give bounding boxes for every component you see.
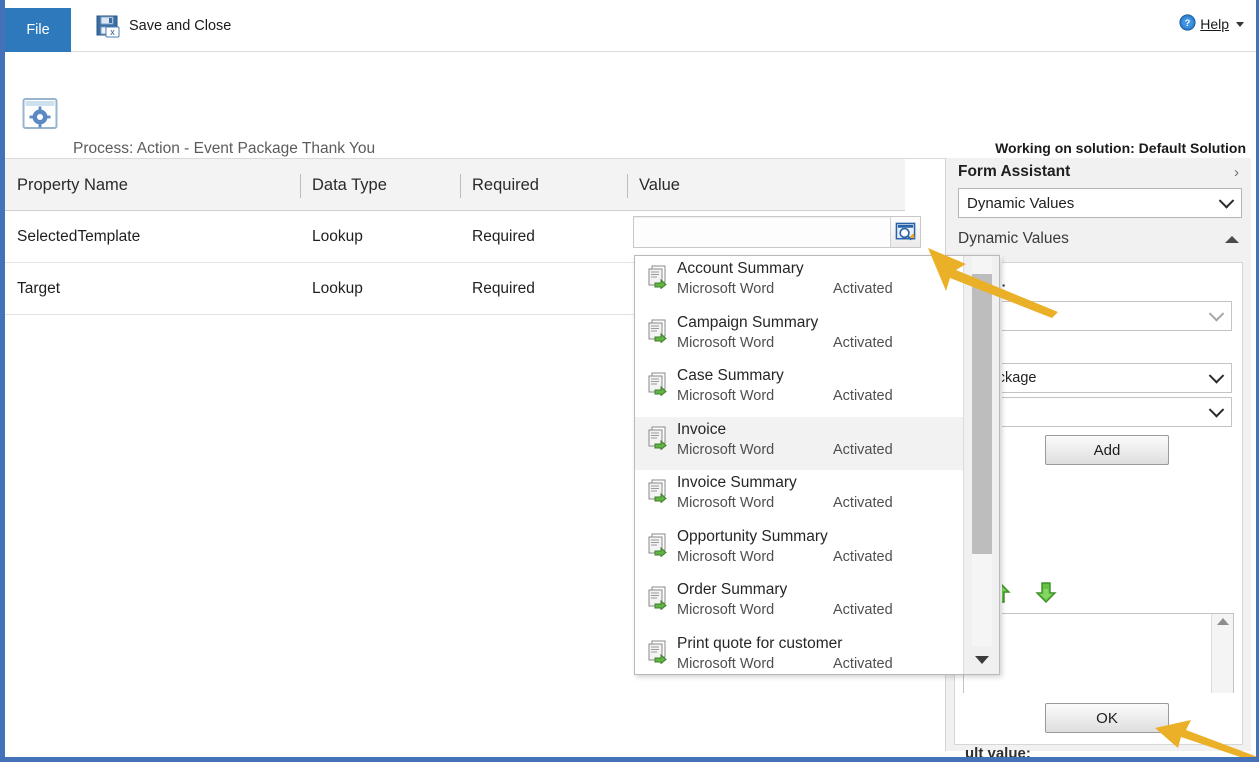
word-template-document-icon <box>647 533 669 557</box>
list-item-app: Microsoft Word <box>677 495 774 511</box>
cell-required: Required <box>460 211 627 263</box>
list-item-name: Account Summary <box>677 260 804 278</box>
lookup-results-dropdown[interactable]: Account Summary Microsoft Word Activated… <box>634 255 1000 675</box>
ok-button-label: OK <box>1096 710 1118 727</box>
column-header-required[interactable]: Required <box>460 159 627 212</box>
cell-property-name: SelectedTemplate <box>5 211 300 263</box>
chevron-right-icon[interactable]: › <box>1234 164 1239 181</box>
word-template-document-icon <box>647 586 669 610</box>
application-window: File x Save and Close ? <box>0 0 1259 762</box>
word-template-document-icon <box>647 479 669 503</box>
list-item-name: Invoice <box>677 421 726 439</box>
chevron-down-icon <box>1209 306 1225 322</box>
add-button-label: Add <box>1094 442 1121 459</box>
help-circle-icon: ? <box>1179 14 1196 34</box>
dynamic-values-section-label: Dynamic Values <box>958 230 1069 248</box>
word-template-document-icon <box>647 640 669 664</box>
list-item-status: Activated <box>833 281 893 297</box>
list-item-app: Microsoft Word <box>677 388 774 404</box>
word-template-document-icon <box>647 319 669 343</box>
column-header-value[interactable]: Value <box>627 159 905 212</box>
list-item-status: Activated <box>833 602 893 618</box>
look-for-select[interactable]: t Package <box>963 363 1232 393</box>
list-item-app: Microsoft Word <box>677 442 774 458</box>
scrollbar-thumb[interactable] <box>972 274 992 554</box>
form-assistant-title: Form Assistant <box>958 163 1070 181</box>
help-label: Help <box>1200 16 1229 32</box>
list-item-app: Microsoft Word <box>677 549 774 565</box>
list-item-name: Campaign Summary <box>677 314 818 332</box>
list-item[interactable]: Opportunity Summary Microsoft Word Activ… <box>635 524 963 578</box>
list-item-status: Activated <box>833 495 893 511</box>
cell-property-name: Target <box>5 263 300 315</box>
field-select[interactable] <box>963 397 1232 427</box>
chevron-down-icon <box>1209 368 1225 384</box>
list-item[interactable]: Campaign Summary Microsoft Word Activate… <box>635 310 963 364</box>
list-item-name: Case Summary <box>677 367 784 385</box>
help-button[interactable]: ? Help <box>1179 14 1244 34</box>
save-and-close-label: Save and Close <box>129 18 231 34</box>
save-floppy-icon: x <box>96 14 120 38</box>
word-template-document-icon <box>647 372 669 396</box>
list-item-name: Invoice Summary <box>677 474 797 492</box>
chevron-down-icon <box>1209 402 1225 418</box>
process-breadcrumb: Process: Action - Event Package Thank Yo… <box>73 140 375 158</box>
list-item-name: Order Summary <box>677 581 787 599</box>
chevron-down-icon <box>1236 22 1244 27</box>
ribbon-bar: File x Save and Close ? <box>5 0 1256 52</box>
file-tab-label: File <box>26 22 49 38</box>
list-item[interactable]: Account Summary Microsoft Word Activated <box>635 256 963 310</box>
save-and-close-button[interactable]: x Save and Close <box>90 8 237 44</box>
list-item-name: Print quote for customer <box>677 635 842 653</box>
selected-template-input[interactable] <box>634 217 892 247</box>
chevron-up-icon[interactable] <box>1225 236 1239 243</box>
dropdown-scrollbar[interactable] <box>963 256 999 674</box>
list-item-status: Activated <box>833 442 893 458</box>
selected-template-lookup <box>633 216 921 248</box>
list-item[interactable]: Case Summary Microsoft Word Activated <box>635 363 963 417</box>
grid-header-row: Property Name Data Type Required Value <box>5 158 953 211</box>
cell-data-type: Lookup <box>300 211 460 263</box>
solution-context-label: Working on solution: Default Solution <box>995 140 1246 156</box>
add-button[interactable]: Add <box>1045 435 1169 465</box>
ok-button[interactable]: OK <box>1045 703 1169 733</box>
list-item-app: Microsoft Word <box>677 656 774 672</box>
list-item-status: Activated <box>833 335 893 351</box>
list-item-name: Opportunity Summary <box>677 528 828 546</box>
chevron-down-icon[interactable] <box>964 646 999 674</box>
cell-data-type: Lookup <box>300 263 460 315</box>
scroll-up-icon[interactable] <box>1212 618 1233 625</box>
lookup-search-icon[interactable] <box>890 217 920 247</box>
form-assistant-type-select[interactable]: Dynamic Values <box>958 188 1242 218</box>
list-item[interactable]: Order Summary Microsoft Word Activated <box>635 577 963 631</box>
list-item-status: Activated <box>833 388 893 404</box>
form-assistant-type-value: Dynamic Values <box>967 195 1074 212</box>
list-item-app: Microsoft Word <box>677 335 774 351</box>
column-header-property-name[interactable]: Property Name <box>5 159 300 212</box>
process-gear-window-icon <box>22 97 58 131</box>
cell-required: Required <box>460 263 627 315</box>
page-header: Process: Action - Event Package Thank Yo… <box>5 53 1256 150</box>
chevron-down-icon <box>1219 193 1235 209</box>
list-item-app: Microsoft Word <box>677 281 774 297</box>
list-item-app: Microsoft Word <box>677 602 774 618</box>
svg-text:?: ? <box>1185 18 1191 28</box>
list-item[interactable]: Invoice Summary Microsoft Word Activated <box>635 470 963 524</box>
lookup-results-list: Account Summary Microsoft Word Activated… <box>635 256 963 674</box>
dynamic-values-section-header: Dynamic Values <box>958 230 1242 256</box>
operator-select[interactable]: to <box>963 301 1232 331</box>
word-template-document-icon <box>647 426 669 450</box>
arrow-down-green-icon[interactable] <box>1035 581 1057 610</box>
form-assistant-footer: OK <box>954 693 1243 745</box>
list-item-status: Activated <box>833 656 893 672</box>
column-header-data-type[interactable]: Data Type <box>300 159 460 212</box>
file-tab[interactable]: File <box>5 8 71 52</box>
list-item[interactable]: Print quote for customer Microsoft Word … <box>635 631 963 675</box>
svg-text:x: x <box>110 27 115 37</box>
list-item[interactable]: Invoice Microsoft Word Activated <box>635 417 963 471</box>
list-item-status: Activated <box>833 549 893 565</box>
default-value-label: ult value: <box>965 745 1031 762</box>
word-template-document-icon <box>647 265 669 289</box>
